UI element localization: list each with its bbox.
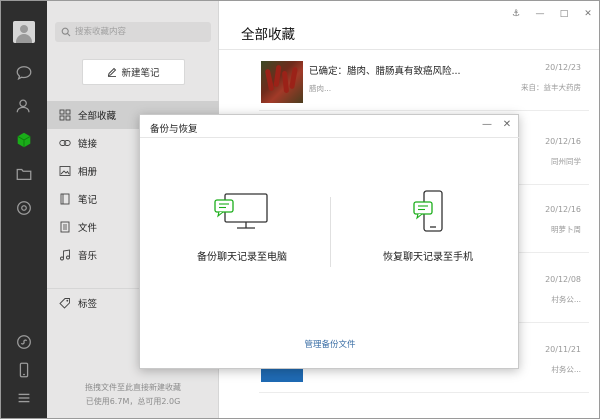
nav-label: 全部收藏 [78,111,117,122]
note-icon [60,193,70,205]
music-icon [60,249,70,261]
close-button[interactable]: ✕ [581,7,595,21]
item-source: 明萝卜周 [551,225,581,234]
minimize-button[interactable]: — [533,7,547,21]
page-title: 全部收藏 [241,27,295,43]
maximize-button[interactable]: □ [557,7,571,21]
contacts-icon[interactable] [14,96,34,116]
item-source: 村务公... [551,295,581,304]
chat-icon[interactable] [14,63,34,83]
new-note-button[interactable]: 新建笔记 [82,59,185,85]
pin-icon[interactable]: ⚓ [509,7,523,21]
backup-option-label: 备份聊天记录至电脑 [197,252,287,263]
dialog-title: 备份与恢复 [150,124,198,135]
item-source: 同州同学 [551,157,581,166]
new-note-label: 新建笔记 [121,68,160,79]
item-title: 已确定：腊肉、腊肠真有致癌风险... [309,66,461,77]
menu-icon[interactable] [14,388,34,408]
storage-footer: 拖拽文件至此直接新建收藏 已使用6.7M，总可用2.0G [47,381,219,409]
search-input[interactable] [75,22,207,42]
item-date: 20/12/16 [545,137,581,146]
nav-label: 相册 [78,167,98,178]
nav-label: 文件 [78,223,98,234]
tags-label: 标签 [78,298,98,310]
dialog-close-button[interactable]: ✕ [500,118,514,132]
search-box[interactable] [55,22,211,42]
wechat-favorites-window: 新建笔记 全部收藏 链接 相册 笔记 文件 [0,0,600,419]
item-source: 村务公... [551,365,581,374]
search-icon [61,27,71,37]
drag-hint-text: 拖拽文件至此直接新建收藏 [85,383,181,392]
phone-chat-icon [413,190,443,232]
dialog-minimize-button[interactable]: — [480,118,494,132]
backup-restore-dialog: 备份与恢复 — ✕ 备份聊天记录至电脑 恢复聊天记录至手机 管理备份文件 [139,114,520,369]
icon-rail [1,1,47,418]
item-date: 20/11/21 [545,345,581,354]
item-date: 20/12/08 [545,275,581,284]
nav-label: 笔记 [78,195,98,206]
manage-backup-link[interactable]: 管理备份文件 [140,338,520,350]
avatar[interactable] [13,21,35,43]
item-source: 来自：益丰大药房 [521,83,581,92]
restore-option-label: 恢复聊天记录至手机 [383,252,473,263]
mini-program-icon[interactable] [14,332,34,352]
image-icon [59,166,71,176]
item-date: 20/12/23 [545,63,581,72]
file-icon [60,221,70,233]
item-date: 20/12/16 [545,205,581,214]
phone-icon[interactable] [14,360,34,380]
tag-icon [59,297,70,309]
thumbnail-image [261,368,303,382]
computer-chat-icon [214,193,268,229]
link-icon [59,140,71,146]
nav-label: 音乐 [78,251,98,262]
folder-icon[interactable] [14,164,34,184]
backup-to-pc-option[interactable]: 备份聊天记录至电脑 [167,190,317,280]
item-subtitle: 腊肉... [309,84,332,93]
grid-icon [59,109,71,121]
moments-icon[interactable] [14,198,34,218]
nav-label: 链接 [78,139,98,150]
favorites-cube-icon[interactable] [14,130,34,150]
thumbnail-image [261,61,303,103]
list-item[interactable]: 已确定：腊肉、腊肠真有致癌风险... 腊肉... 20/12/23 来自：益丰大… [259,55,589,111]
pencil-icon [108,67,117,77]
window-controls: ⚓ — □ ✕ [509,7,595,21]
storage-usage-text: 已使用6.7M，总可用2.0G [85,397,181,406]
restore-to-phone-option[interactable]: 恢复聊天记录至手机 [353,190,503,280]
